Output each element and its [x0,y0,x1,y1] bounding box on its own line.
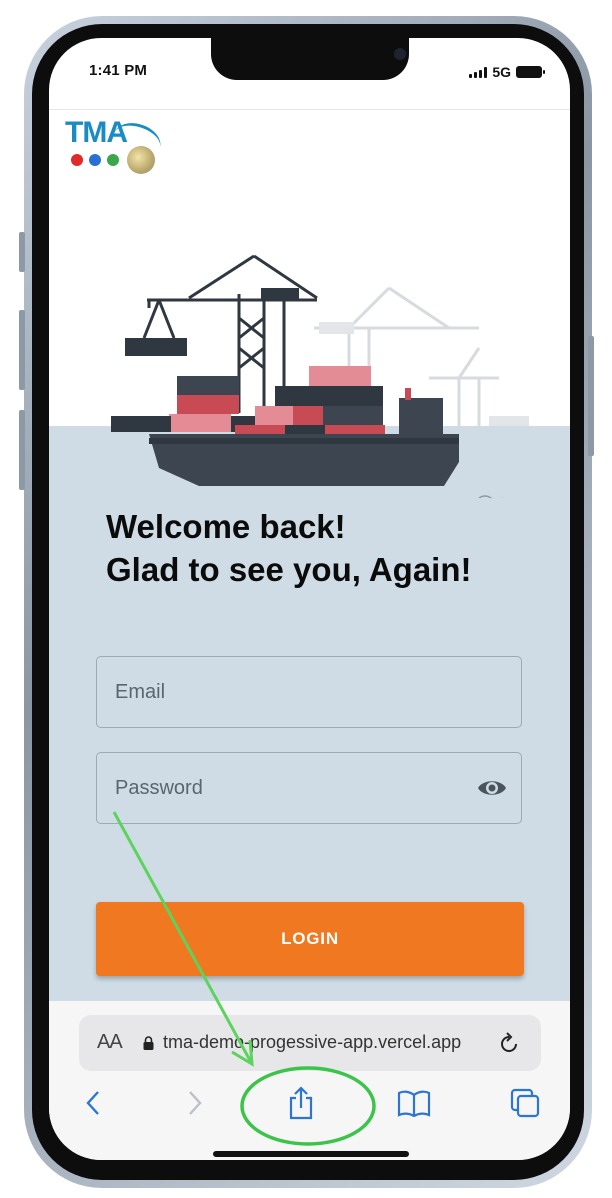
password-input[interactable] [97,753,521,823]
logo-text: TMA [65,116,128,149]
tma-logo: TMA [65,116,165,174]
share-button[interactable] [281,1083,321,1123]
mute-switch [19,232,25,272]
camera [394,48,406,60]
url-text[interactable]: tma-demo-progessive-app.vercel.app [163,1032,489,1053]
signal-icon [469,66,488,78]
lock-icon [143,1036,154,1050]
status-indicators: 5G [469,64,545,80]
logo-dot-blue [89,154,101,166]
logo-dot-green [107,154,119,166]
bookmarks-button[interactable] [394,1083,434,1123]
chevron-left-icon [86,1091,99,1115]
cargo-ship-illustration [111,254,529,498]
email-field[interactable] [96,656,522,728]
text-size-label: AA [97,1031,123,1053]
notch [211,38,409,80]
share-icon [289,1086,313,1120]
welcome-heading: Welcome back! Glad to see you, Again! [106,505,472,591]
forward-button[interactable] [175,1083,215,1123]
divider [49,109,570,110]
welcome-line-1: Welcome back! [106,508,346,545]
password-field[interactable] [96,752,522,824]
globe-icon [127,146,155,174]
text-size-button[interactable]: AA [97,1031,123,1054]
power-button [588,336,594,456]
email-input[interactable] [97,657,521,727]
eye-icon[interactable] [477,776,507,800]
home-indicator [213,1151,409,1157]
screen: 1:41 PM 5G TMA Welcome back! Glad to see… [49,38,570,1160]
status-time: 1:41 PM [89,62,148,79]
chevron-right-icon [189,1091,202,1115]
book-icon [397,1090,431,1117]
address-bar[interactable]: AA tma-demo-progessive-app.vercel.app [79,1015,541,1071]
browser-toolbar: AA tma-demo-progessive-app.vercel.app [49,1001,570,1160]
volume-up-button [19,310,25,390]
tabs-button[interactable] [505,1083,545,1123]
reload-icon[interactable] [497,1031,521,1055]
login-button[interactable]: LOGIN [96,902,524,976]
battery-icon [516,66,545,78]
volume-down-button [19,410,25,490]
welcome-line-2: Glad to see you, Again! [106,551,472,588]
network-type: 5G [492,64,511,80]
back-button[interactable] [73,1083,113,1123]
tabs-icon [510,1088,540,1118]
logo-dot-red [71,154,83,166]
